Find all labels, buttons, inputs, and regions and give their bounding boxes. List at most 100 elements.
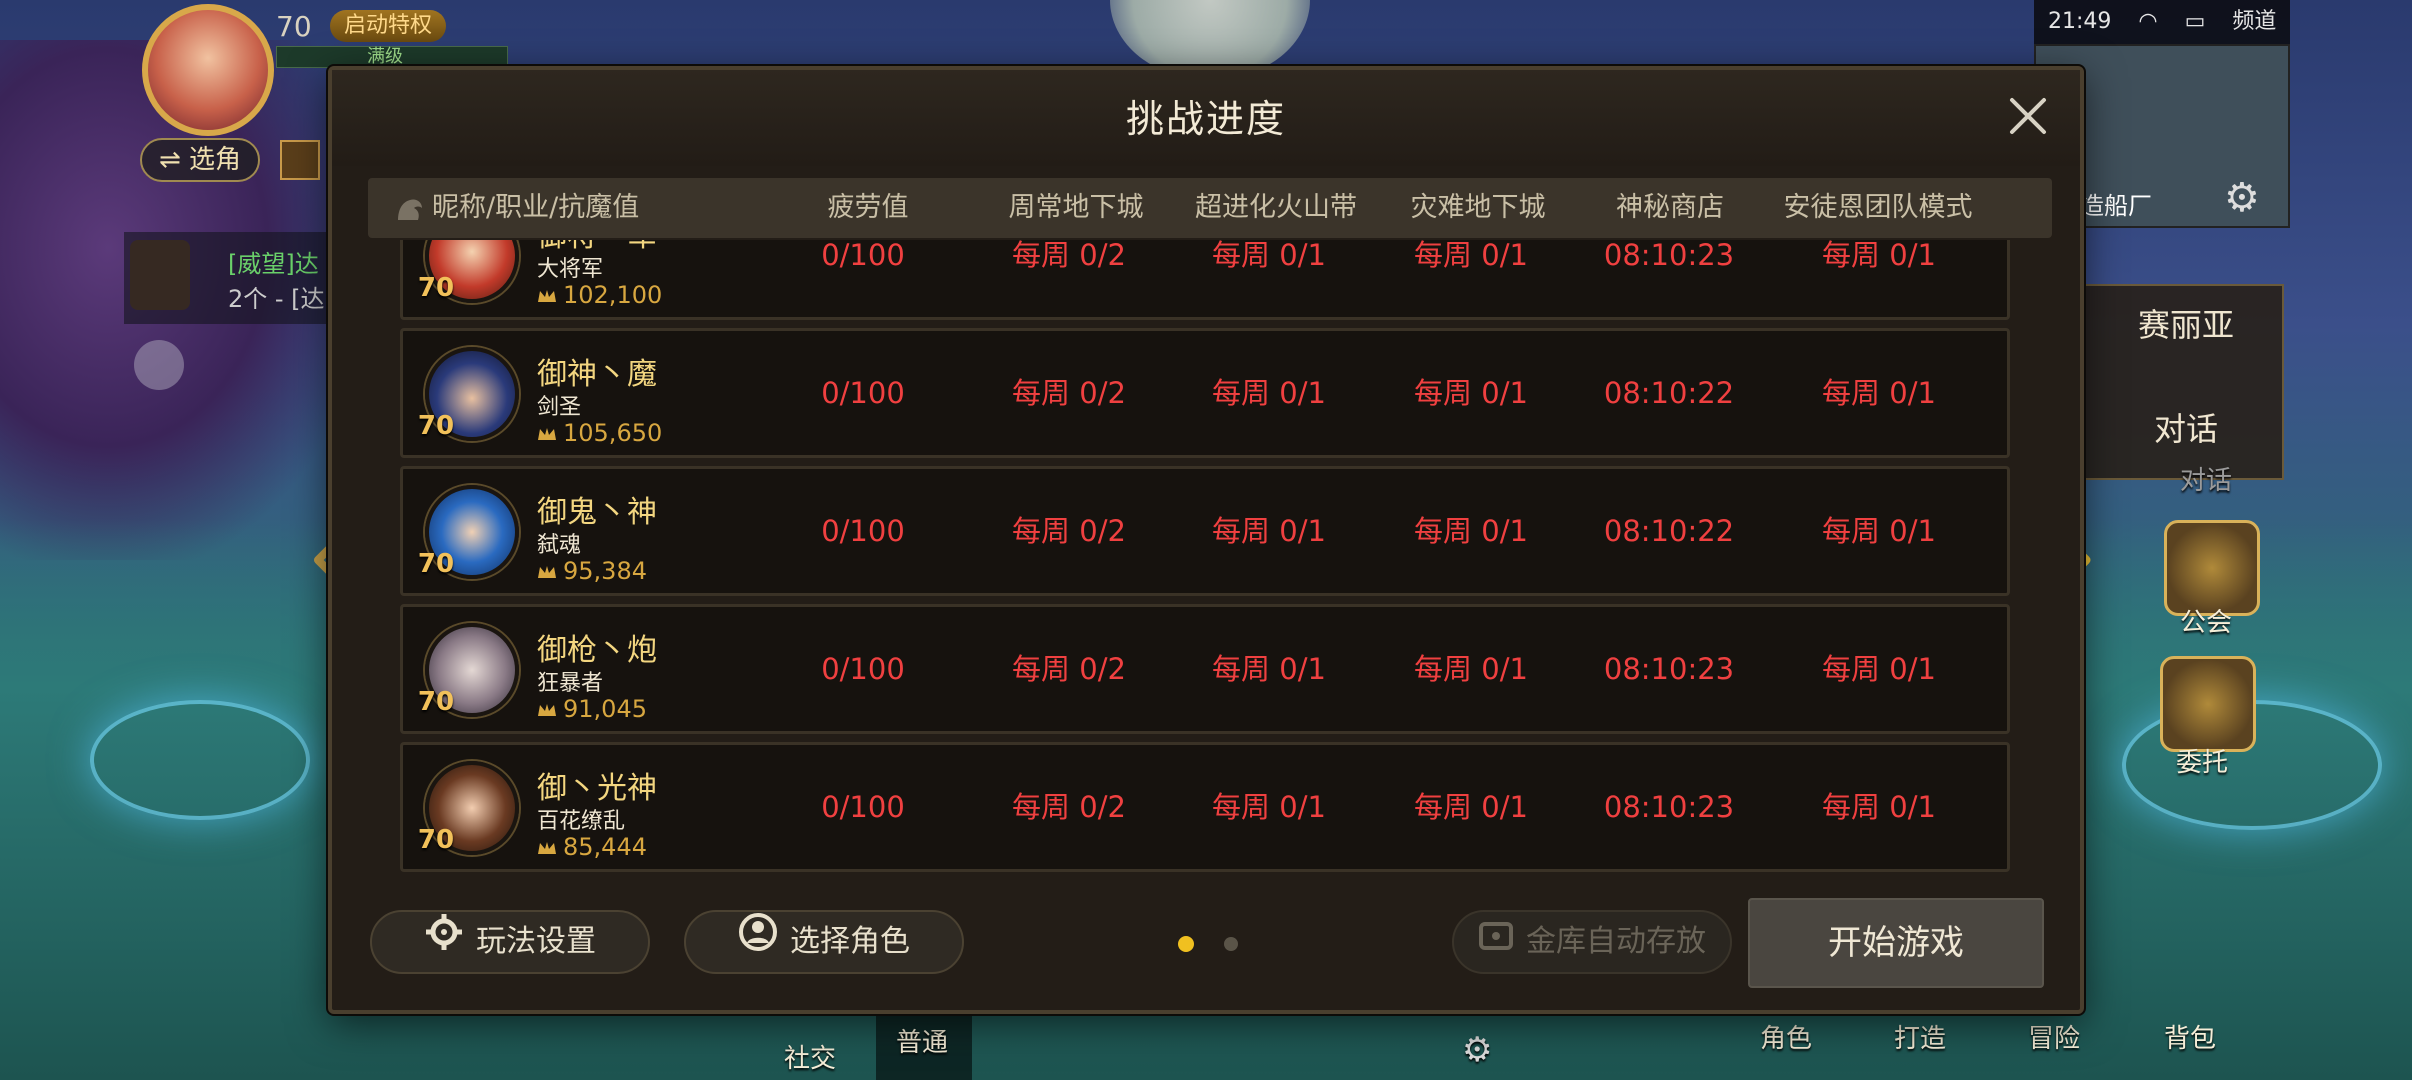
- character-name: 御鬼丶神: [537, 495, 657, 530]
- disaster-dungeon-value: 每周 0/1: [1414, 652, 1528, 686]
- column-header-weekly-dungeon: 周常地下城: [1008, 192, 1144, 223]
- power-value: 105,650: [563, 419, 663, 447]
- start-game-button[interactable]: 开始游戏: [1748, 898, 2044, 988]
- anton-raid-value: 每周 0/1: [1822, 514, 1936, 548]
- chat-line: [威望]达: [228, 250, 319, 278]
- nav-character[interactable]: 角色: [1760, 1018, 1812, 1055]
- level-badge: 70: [411, 543, 461, 585]
- gear-icon[interactable]: ⚙: [2224, 178, 2260, 218]
- challenge-progress-dialog: 挑战进度 昵称/职业/抗魔值 疲劳值 周常地下城 超进化火山带 灾难地下城 神秘…: [328, 66, 2084, 1014]
- weekly-dungeon-value: 每周 0/2: [1012, 790, 1126, 824]
- level-badge: 70: [411, 819, 461, 861]
- crown-icon: [538, 566, 556, 578]
- character-select-icon: [738, 912, 778, 973]
- close-icon[interactable]: [2004, 92, 2052, 140]
- chat-line: 2个 - [达: [228, 285, 325, 313]
- fatigue-value: 0/100: [821, 376, 905, 410]
- minimap-location-label: 造船厂: [2080, 192, 2152, 220]
- character-power: 85,444: [537, 833, 647, 861]
- mystery-shop-timer: 08:10:23: [1603, 652, 1735, 686]
- mystery-shop-timer: 08:10:23: [1603, 790, 1735, 824]
- vault-icon: [1478, 913, 1514, 973]
- column-header-mystery-shop: 神秘商店: [1616, 192, 1724, 223]
- nav-normal[interactable]: 普通: [896, 1022, 948, 1059]
- level-badge: 70: [411, 681, 461, 723]
- character-job: 狂暴者: [537, 671, 604, 696]
- dialog-header: 挑战进度: [332, 70, 2080, 166]
- mystery-shop-timer: 08:10:23: [1603, 240, 1735, 272]
- chat-panel[interactable]: [威望]达 2个 - [达: [124, 232, 334, 324]
- anton-raid-value: 每周 0/1: [1822, 376, 1936, 410]
- map-icon[interactable]: [280, 140, 320, 180]
- settings-gear-icon[interactable]: ⚙: [1462, 1030, 1492, 1070]
- vault-auto-store-label: 金库自动存放: [1526, 924, 1706, 959]
- character-power: 95,384: [537, 557, 647, 585]
- table-row[interactable]: 70 御枪丶炮 狂暴者 91,045 0/100 每周 0/2 每周 0/1 每…: [400, 604, 2010, 734]
- dialog-title: 挑战进度: [1125, 97, 1286, 141]
- column-header-row: 昵称/职业/抗魔值 疲劳值 周常地下城 超进化火山带 灾难地下城 神秘商店 安徒…: [368, 178, 2052, 238]
- character-job: 大将军: [537, 257, 604, 282]
- volcano-value: 每周 0/1: [1212, 790, 1326, 824]
- crown-icon: [538, 704, 556, 716]
- disaster-dungeon-value: 每周 0/1: [1414, 376, 1528, 410]
- power-value: 95,384: [563, 557, 647, 585]
- npc-talk-button[interactable]: 对话: [2096, 404, 2276, 450]
- table-row[interactable]: 70 御神丶魔 剑圣 105,650 0/100 每周 0/2 每周 0/1 每…: [400, 328, 2010, 458]
- column-header-fatigue: 疲劳值: [827, 192, 909, 223]
- fatigue-value: 0/100: [821, 240, 905, 272]
- character-power: 102,100: [537, 281, 662, 309]
- fatigue-value: 0/100: [821, 514, 905, 548]
- player-level: 70: [276, 10, 312, 43]
- anton-raid-value: 每周 0/1: [1822, 240, 1936, 272]
- crown-icon: [538, 290, 556, 302]
- fatigue-value: 0/100: [821, 790, 905, 824]
- character-name: 御丶光神: [537, 771, 657, 806]
- select-character-button[interactable]: 选择角色: [684, 910, 964, 974]
- gameplay-settings-label: 玩法设置: [476, 924, 596, 959]
- gear-icon: [424, 912, 464, 973]
- character-name: 御神丶魔: [537, 357, 657, 392]
- wifi-icon: ◠: [2138, 9, 2158, 34]
- nav-social[interactable]: 社交: [784, 1038, 836, 1075]
- character-list[interactable]: 70 御将丶军 大将军 102,100 0/100 每周 0/2 每周 0/1 …: [368, 240, 2052, 952]
- commission-board-icon[interactable]: [2160, 656, 2256, 752]
- character-silhouette-icon: [398, 199, 422, 220]
- gameplay-settings-button[interactable]: 玩法设置: [370, 910, 650, 974]
- crown-icon: [538, 842, 556, 854]
- table-row[interactable]: 70 御丶光神 百花缭乱 85,444 0/100 每周 0/2 每周 0/1 …: [400, 742, 2010, 872]
- system-status-bar: 21:49 ◠ ▭ 频道9: [2034, 0, 2290, 78]
- character-name: 御枪丶炮: [537, 633, 657, 668]
- volcano-value: 每周 0/1: [1212, 240, 1326, 272]
- weekly-dungeon-value: 每周 0/2: [1012, 240, 1126, 272]
- volcano-value: 每周 0/1: [1212, 652, 1326, 686]
- mystery-shop-timer: 08:10:22: [1603, 376, 1735, 410]
- nav-bag[interactable]: 背包: [2164, 1018, 2216, 1055]
- power-value: 102,100: [563, 281, 663, 309]
- select-character-label: 选择角色: [790, 924, 910, 959]
- vip-privilege-badge[interactable]: 启动特权: [330, 10, 447, 42]
- npc-name: 赛丽亚: [2137, 306, 2234, 344]
- player-avatar[interactable]: [142, 4, 274, 136]
- anton-raid-value: 每周 0/1: [1822, 790, 1936, 824]
- column-header-name: 昵称/职业/抗魔值: [432, 192, 640, 223]
- table-row[interactable]: 70 御鬼丶神 弑魂 95,384 0/100 每周 0/2 每周 0/1 每周…: [400, 466, 2010, 596]
- level-badge: 70: [411, 405, 461, 447]
- commission-label: 委托: [2176, 748, 2229, 778]
- power-value: 91,045: [563, 695, 647, 723]
- nav-forge[interactable]: 打造: [1894, 1018, 1946, 1055]
- friends-icon[interactable]: [134, 340, 184, 390]
- mystery-shop-timer: 08:10:22: [1603, 514, 1735, 548]
- scene-portal-left: [90, 700, 310, 820]
- character-job: 剑圣: [537, 395, 582, 420]
- crown-icon: [538, 428, 556, 440]
- disaster-dungeon-value: 每周 0/1: [1414, 790, 1528, 824]
- disaster-dungeon-value: 每周 0/1: [1414, 240, 1528, 272]
- exp-bar: 满级: [276, 46, 508, 68]
- vault-auto-store-button[interactable]: 金库自动存放: [1452, 910, 1732, 974]
- table-row[interactable]: 70 御将丶军 大将军 102,100 0/100 每周 0/2 每周 0/1 …: [400, 240, 2010, 320]
- battery-icon: ▭: [2184, 9, 2206, 34]
- character-job: 百花缭乱: [537, 809, 626, 834]
- switch-character-button[interactable]: ⇌ 选角: [140, 138, 260, 182]
- nav-adventure[interactable]: 冒险: [2028, 1018, 2080, 1055]
- page-indicator-dot: [1224, 937, 1238, 951]
